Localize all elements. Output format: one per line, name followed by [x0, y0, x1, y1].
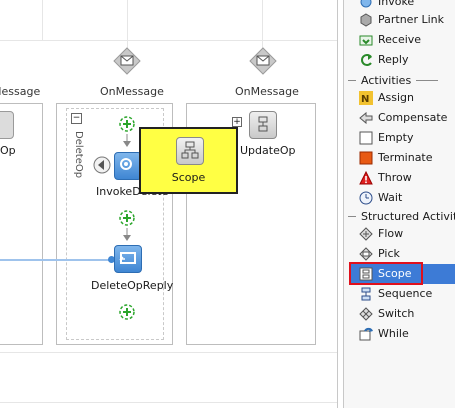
grid-line: [0, 40, 337, 41]
process-canvas[interactable]: Message OnMessage OnMessage Op − DeleteO…: [0, 0, 337, 408]
add-activity-icon[interactable]: [118, 115, 136, 133]
scope-vertical-label: DeleteOp: [73, 131, 84, 179]
onmessage-label: OnMessage: [235, 85, 299, 98]
scope-icon: [176, 137, 204, 165]
collapse-toggle[interactable]: −: [71, 113, 82, 124]
palette-item-reply[interactable]: Reply: [358, 50, 408, 69]
onmessage-icon[interactable]: [249, 47, 277, 75]
activity-label: UpdateOp: [240, 144, 296, 157]
palette-item-wait[interactable]: Wait: [358, 188, 402, 207]
palette-item-assign[interactable]: N Assign: [358, 88, 414, 107]
reply-icon: [358, 52, 373, 67]
palette-item-label: Empty: [378, 131, 414, 144]
sequence-icon: [358, 286, 373, 301]
invoke-activity-icon[interactable]: [114, 152, 142, 180]
palette-item-while[interactable]: While: [358, 324, 409, 343]
grid-line: [127, 0, 128, 48]
section-label: Structured Activiti: [361, 209, 455, 223]
palette-item-label: Flow: [378, 227, 404, 240]
expand-toggle[interactable]: +: [232, 117, 242, 127]
onmessage-branch[interactable]: [0, 103, 43, 345]
receive-icon: [358, 32, 373, 47]
palette-item-label: Switch: [378, 307, 415, 320]
palette-item-label: Wait: [378, 191, 403, 204]
empty-icon: [358, 130, 373, 145]
flow-arrow-icon: [123, 134, 131, 147]
component-palette: Invoke Partner Link Receive Reply Activi…: [344, 0, 455, 408]
reply-activity-icon[interactable]: [114, 245, 142, 273]
scope-drag-preview: Scope: [139, 127, 238, 194]
palette-item-empty[interactable]: Empty: [358, 128, 413, 147]
scope-activity-icon[interactable]: [249, 111, 277, 139]
assign-icon: N: [358, 90, 373, 105]
activity-label: Op: [0, 144, 16, 157]
palette-item-label: Throw: [378, 171, 412, 184]
left-arrow-icon[interactable]: [93, 156, 111, 174]
palette-section-structured[interactable]: Structured Activiti: [348, 208, 455, 224]
flow-arrow-icon: [123, 228, 131, 241]
invoke-icon: [358, 0, 373, 9]
add-activity-icon[interactable]: [118, 209, 136, 227]
palette-item-sequence[interactable]: Sequence: [358, 284, 432, 303]
palette-item-throw[interactable]: Throw: [358, 168, 412, 187]
pick-icon: [358, 246, 373, 261]
grid-line: [0, 352, 337, 353]
scope-popup-label: Scope: [171, 171, 206, 184]
palette-item-label: Reply: [378, 53, 409, 66]
flow-icon: [358, 226, 373, 241]
palette-item-label: Pick: [378, 247, 400, 260]
palette-item-label: Compensate: [378, 111, 448, 124]
divider: [337, 0, 338, 408]
palette-item-label: Receive: [378, 33, 422, 46]
onmessage-label: OnMessage: [100, 85, 164, 98]
grid-line: [262, 0, 263, 48]
palette-item-label: Sequence: [378, 287, 433, 300]
compensate-icon: [358, 110, 373, 125]
palette-item-terminate[interactable]: Terminate: [358, 148, 433, 167]
palette-item-partner-link[interactable]: Partner Link: [358, 10, 444, 29]
palette-item-label: Assign: [378, 91, 414, 104]
palette-item-pick[interactable]: Pick: [358, 244, 400, 263]
wait-icon: [358, 190, 373, 205]
palette-item-label: Terminate: [378, 151, 433, 164]
grid-line: [0, 402, 337, 403]
onmessage-icon[interactable]: [113, 47, 141, 75]
section-label: Activities: [361, 73, 412, 87]
terminate-icon: [358, 150, 373, 165]
grid-line: [42, 0, 43, 40]
switch-icon: [358, 306, 373, 321]
partner-link-connector: [0, 259, 111, 261]
onmessage-label: Message: [0, 85, 41, 98]
palette-item-label: Invoke: [378, 0, 415, 8]
palette-item-flow[interactable]: Flow: [358, 224, 403, 243]
svg-text:N: N: [361, 94, 369, 105]
palette-item-switch[interactable]: Switch: [358, 304, 414, 323]
palette-section-activities[interactable]: Activities: [348, 72, 439, 88]
partner-link-icon: [358, 12, 373, 27]
throw-icon: [358, 170, 373, 185]
activity-icon[interactable]: [0, 111, 14, 139]
palette-item-label: While: [378, 327, 409, 340]
add-activity-icon[interactable]: [118, 303, 136, 321]
while-icon: [358, 326, 373, 341]
palette-item-compensate[interactable]: Compensate: [358, 108, 447, 127]
reply-label: DeleteOpReply: [91, 279, 174, 292]
palette-item-label: Partner Link: [378, 13, 444, 26]
scope-highlight-box: [349, 262, 423, 285]
palette-item-receive[interactable]: Receive: [358, 30, 421, 49]
